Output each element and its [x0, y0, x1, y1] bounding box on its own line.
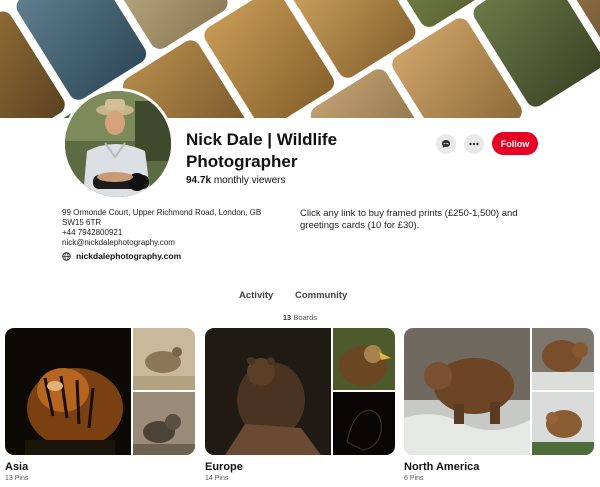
profile-description: Click any link to buy framed prints (£25… [300, 208, 518, 231]
board-pin-count: 13 Pins [5, 475, 29, 482]
board-cover-top [333, 328, 395, 390]
board-cover[interactable] [5, 328, 195, 455]
message-button[interactable] [436, 134, 456, 154]
tab-activity[interactable]: Activity [239, 290, 273, 301]
board-title[interactable]: Europe [205, 461, 395, 473]
board-cover-bottom [133, 392, 195, 455]
message-icon [442, 140, 450, 148]
contact-info: 99 Ormonde Court, Upper Richmond Road, L… [62, 208, 292, 248]
email-text: nick@nickdalephotography.com [62, 238, 175, 247]
tab-community[interactable]: Community [295, 290, 347, 301]
boards-count: 13 Boards [0, 313, 600, 322]
website-link[interactable]: nickdalephotography.com [62, 251, 181, 261]
board-pin-count: 6 Pins [404, 475, 424, 482]
address-text: 99 Ormonde Court, Upper Richmond Road, L… [62, 208, 262, 217]
board-cover-bottom [532, 392, 594, 455]
board-cover-main [404, 328, 530, 455]
board-cover[interactable] [404, 328, 594, 455]
board-title[interactable]: Asia [5, 461, 195, 473]
more-options-icon [469, 142, 479, 146]
board-cover[interactable] [205, 328, 395, 455]
boards-count-number: 13 [282, 313, 292, 322]
more-options-button[interactable] [464, 134, 484, 154]
board-card[interactable]: Asia 13 Pins [5, 328, 195, 482]
viewers-label: monthly viewers [213, 175, 286, 186]
avatar[interactable] [62, 88, 174, 200]
viewers-count: 94.7k [186, 175, 212, 186]
boards-count-label: Boards [293, 313, 318, 322]
board-cover-bottom [333, 392, 395, 455]
phone-text: +44 7942800921 [62, 228, 123, 237]
board-pin-count: 14 Pins [205, 475, 229, 482]
profile-photo [65, 91, 171, 197]
monthly-viewers: 94.7k monthly viewers [186, 175, 286, 186]
board-cover-main [5, 328, 131, 455]
board-cover-top [532, 328, 594, 390]
board-cover-main [205, 328, 331, 455]
postcode-text: SW15 6TR [62, 218, 102, 227]
board-title[interactable]: North America [404, 461, 594, 473]
profile-name: Nick Dale | Wildlife Photographer [186, 130, 338, 171]
board-cover-top [133, 328, 195, 390]
website-label[interactable]: nickdalephotography.com [76, 251, 181, 261]
globe-icon [62, 251, 71, 261]
board-card[interactable]: Europe 14 Pins [205, 328, 395, 482]
board-card[interactable]: North America 6 Pins [404, 328, 594, 482]
follow-button[interactable]: Follow [492, 132, 538, 155]
